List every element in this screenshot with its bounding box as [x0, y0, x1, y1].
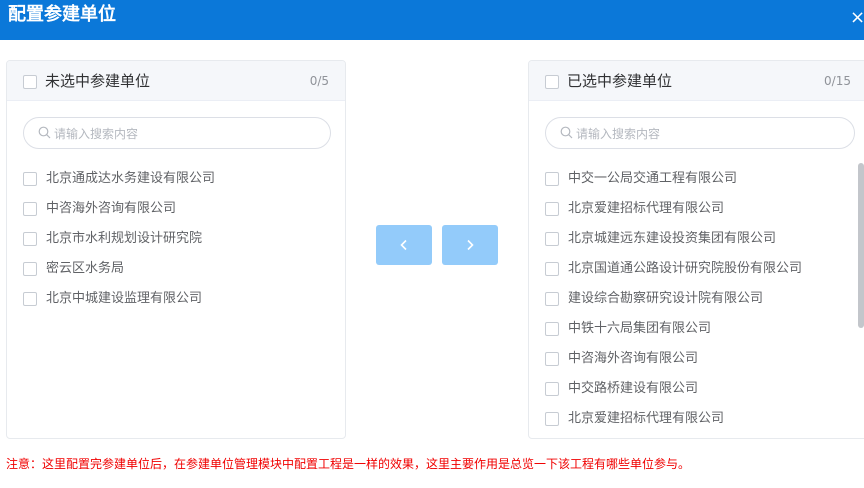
item-checkbox[interactable]	[23, 232, 37, 246]
item-checkbox[interactable]	[545, 172, 559, 186]
move-left-button[interactable]	[376, 225, 432, 265]
item-checkbox[interactable]	[545, 412, 559, 426]
item-label: 建设综合勘察研究设计院有限公司	[568, 291, 764, 306]
item-label: 北京城建远东建设投资集团有限公司	[568, 231, 777, 246]
scrollbar[interactable]	[858, 163, 864, 328]
selected-panel-title: 已选中参建单位	[567, 72, 673, 90]
notice-text: 注意：这里配置完参建单位后，在参建单位管理模块中配置工程是一样的效果，这里主要作…	[6, 457, 691, 471]
item-label: 北京国道通公路设计研究院股份有限公司	[568, 261, 803, 276]
item-checkbox[interactable]	[545, 322, 559, 336]
unselected-panel-title: 未选中参建单位	[45, 72, 151, 90]
item-label: 北京市水利规划设计研究院	[46, 231, 203, 246]
search-icon	[560, 126, 573, 139]
dialog-title: 配置参建单位	[8, 4, 116, 25]
selected-search-placeholder: 请输入搜索内容	[576, 127, 661, 141]
item-label: 北京爱建招标代理有限公司	[568, 411, 725, 426]
unselected-panel: 未选中参建单位 0/5 请输入搜索内容 北京通成达水务建设有限公司 中咨海外咨询…	[6, 60, 346, 439]
item-label: 中铁十六局集团有限公司	[568, 321, 712, 336]
item-label: 北京通成达水务建设有限公司	[46, 171, 216, 186]
unselected-search-input[interactable]: 请输入搜索内容	[23, 117, 331, 149]
search-icon	[38, 126, 51, 139]
item-checkbox[interactable]	[545, 292, 559, 306]
unselected-panel-header: 未选中参建单位 0/5	[7, 61, 345, 101]
unselected-count: 0/5	[309, 74, 329, 88]
chevron-right-icon	[467, 239, 474, 251]
item-checkbox[interactable]	[23, 262, 37, 276]
item-checkbox[interactable]	[23, 202, 37, 216]
move-right-button[interactable]	[442, 225, 498, 265]
item-checkbox[interactable]	[545, 352, 559, 366]
item-checkbox[interactable]	[545, 202, 559, 216]
close-icon[interactable]: ×	[850, 8, 864, 28]
item-checkbox[interactable]	[23, 172, 37, 186]
item-label: 北京中城建设监理有限公司	[46, 291, 203, 306]
item-checkbox[interactable]	[545, 382, 559, 396]
unselected-search-placeholder: 请输入搜索内容	[54, 127, 139, 141]
item-checkbox[interactable]	[23, 292, 37, 306]
item-checkbox[interactable]	[545, 262, 559, 276]
item-label: 中咨海外咨询有限公司	[46, 201, 177, 216]
dialog-header: 配置参建单位 ×	[0, 0, 864, 40]
item-checkbox[interactable]	[545, 232, 559, 246]
item-label: 中交路桥建设有限公司	[568, 381, 699, 396]
selected-panel: 已选中参建单位 0/15 请输入搜索内容 中交一公局交通工程有限公司 北京爱建招…	[528, 60, 864, 439]
selected-search-input[interactable]: 请输入搜索内容	[545, 117, 855, 149]
chevron-left-icon	[400, 239, 407, 251]
selected-count: 0/15	[824, 74, 851, 88]
unselected-select-all-checkbox[interactable]	[23, 75, 37, 89]
item-label: 密云区水务局	[46, 261, 125, 276]
selected-panel-header: 已选中参建单位 0/15	[529, 61, 864, 101]
selected-select-all-checkbox[interactable]	[545, 75, 559, 89]
item-label: 中咨海外咨询有限公司	[568, 351, 699, 366]
item-label: 中交一公局交通工程有限公司	[568, 171, 738, 186]
item-label: 北京爱建招标代理有限公司	[568, 201, 725, 216]
